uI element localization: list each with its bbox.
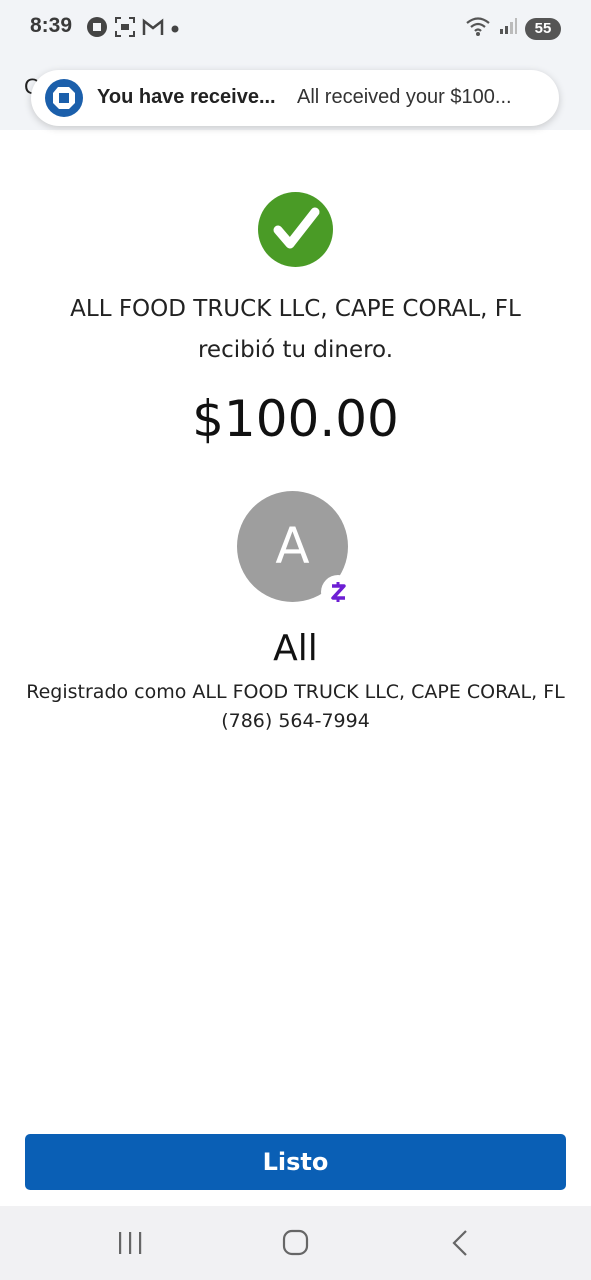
status-icons-right: 55: [465, 15, 561, 42]
notification-banner[interactable]: You have receive... All received your $1…: [31, 70, 559, 126]
registered-as-text: Registrado como ALL FOOD TRUCK LLC, CAPE…: [26, 681, 565, 703]
dot-icon: [170, 21, 180, 39]
received-text: recibió tu dinero.: [197, 337, 394, 363]
gmail-icon: [142, 17, 164, 42]
back-icon[interactable]: [437, 1226, 485, 1260]
notification-title: You have receive...: [97, 86, 276, 108]
status-icons-left: [86, 16, 180, 43]
recipient-name-line: ALL FOOD TRUCK LLC, CAPE CORAL, FL: [70, 296, 521, 322]
zelle-icon: [321, 575, 355, 609]
screenshot-icon: [114, 16, 136, 43]
chase-icon: [45, 79, 83, 117]
status-time: 8:39: [30, 14, 73, 37]
contact-name: All: [273, 628, 318, 669]
home-icon[interactable]: [271, 1226, 319, 1260]
recents-icon[interactable]: [106, 1226, 154, 1260]
navigation-bar: [0, 1206, 591, 1280]
amount-sent: $100.00: [192, 390, 399, 448]
checkmark-icon: [258, 192, 333, 267]
signal-icon: [498, 16, 518, 41]
battery-badge: 55: [525, 17, 561, 40]
done-button[interactable]: Listo: [25, 1134, 566, 1190]
chase-icon: [86, 16, 108, 43]
notification-body: All received your $100...: [297, 86, 512, 108]
contact-phone: (786) 564-7994: [221, 710, 370, 732]
wifi-icon: [465, 15, 491, 42]
status-bar: 8:39 55: [0, 0, 591, 56]
